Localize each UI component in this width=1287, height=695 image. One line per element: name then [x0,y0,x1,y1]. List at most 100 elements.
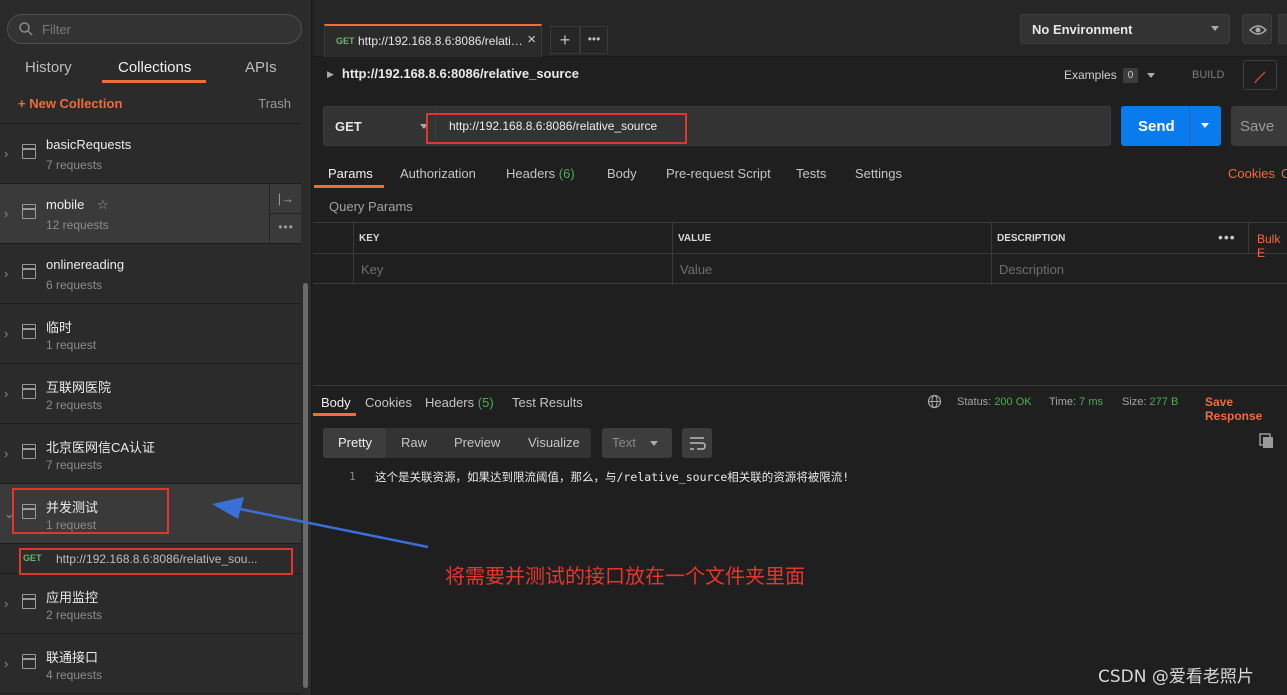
size-label: Size: [1122,396,1147,408]
code-link[interactable]: C [1281,166,1287,181]
eye-button[interactable] [1242,14,1272,44]
tab-response-cookies[interactable]: Cookies [365,395,412,410]
collection-name: mobile [46,197,85,212]
tab-response-body[interactable]: Body [321,395,351,410]
collection-name: 应用监控 [46,590,99,605]
response-body: 1 这个是关联资源，如果达到限流阈值，那么，与/relative_source相… [313,467,1287,487]
collection-item[interactable]: › 互联网医院 2 requests [0,364,301,424]
folder-icon [21,654,36,669]
sidebar: History Collections APIs + New Collectio… [0,0,312,695]
save-response-button[interactable]: Save Response [1205,395,1287,423]
tab-tests[interactable]: Tests [796,166,826,181]
collection-count: 2 requests [46,608,103,622]
wrap-lines-button[interactable] [682,428,712,458]
description-input[interactable]: Description [999,262,1064,277]
chevron-down-icon[interactable] [420,124,428,129]
request-title-text: http://192.168.8.6:8086/relative_source [341,66,579,81]
save-button[interactable]: Save [1231,106,1287,146]
chevron-right-icon[interactable]: › [4,656,14,671]
collection-item[interactable]: › mobile ☆ 12 requests |→ ••• [0,184,302,244]
filter-box[interactable] [7,14,302,44]
url-input[interactable]: http://192.168.8.6:8086/relative_source [449,119,657,133]
collection-item[interactable]: › 临时 1 request [0,304,301,364]
collection-item[interactable]: › onlinereading 6 requests [0,244,301,304]
folder-icon [21,594,36,609]
method-select[interactable]: GET [335,119,362,134]
headers-count: (6) [558,166,575,181]
folder-icon [21,264,36,279]
tab-settings[interactable]: Settings [855,166,902,181]
top-bar: GET http://192.168.8.6:8086/relativ... ×… [313,0,1287,57]
examples-dropdown[interactable]: Examples [1064,68,1117,82]
tab-test-results[interactable]: Test Results [512,395,583,410]
tab-history[interactable]: History [25,59,72,76]
copy-icon[interactable] [1258,432,1276,450]
close-icon[interactable]: × [527,31,536,48]
format-preview[interactable]: Preview [454,435,500,450]
language-select[interactable]: Text [602,428,672,458]
filter-input[interactable] [42,19,282,39]
chevron-right-icon[interactable]: › [4,446,14,461]
key-input[interactable]: Key [361,262,383,277]
sidebar-scrollbar-thumb[interactable] [303,283,308,688]
trash-link[interactable]: Trash [258,96,291,111]
folder-icon [21,204,36,219]
tab-body[interactable]: Body [607,166,637,181]
request-tab[interactable]: GET http://192.168.8.6:8086/relativ... × [324,24,542,57]
caret-right-icon[interactable]: ▶ [327,69,334,80]
collection-tools: |→ ••• [269,184,302,244]
collection-count: 4 requests [46,668,103,682]
chevron-down-icon[interactable]: ⌄ [4,506,15,521]
collection-item[interactable]: › basicRequests 7 requests [0,124,301,184]
more-options-icon[interactable]: ••• [270,214,302,244]
collection-item[interactable]: › 联通接口 4 requests [0,634,301,694]
chevron-down-icon[interactable] [1201,123,1209,128]
star-icon[interactable]: ☆ [97,197,109,213]
chevron-right-icon[interactable]: › [4,386,14,401]
collection-name: 临时 [46,320,73,335]
tab-headers[interactable]: Headers (6) [506,166,575,181]
tab-prerequest-script[interactable]: Pre-request Script [666,166,771,181]
collection-item[interactable]: › 应用监控 2 requests [0,574,301,634]
active-tab-indicator [313,413,356,416]
tab-response-headers[interactable]: Headers (5) [425,395,494,410]
globe-icon[interactable] [927,394,942,409]
collection-name: onlinereading [46,257,125,272]
cookies-link[interactable]: Cookies [1228,166,1275,181]
environment-select[interactable]: No Environment [1020,14,1230,44]
tab-params[interactable]: Params [328,166,373,181]
format-pretty[interactable]: Pretty [338,435,372,450]
status-value: 200 OK [994,396,1032,408]
tab-collections[interactable]: Collections [118,59,191,76]
settings-button[interactable] [1278,14,1287,44]
bulk-edit-link[interactable]: Bulk E [1257,232,1287,260]
request-method: GET [23,553,42,563]
tab-apis[interactable]: APIs [245,59,277,76]
edit-button[interactable] [1243,60,1277,90]
chevron-right-icon[interactable]: › [4,146,14,161]
send-button[interactable]: Send [1121,106,1221,146]
response-body-text: 这个是关联资源，如果达到限流阈值，那么，与/relative_source相关联… [375,470,850,484]
tab-url: http://192.168.8.6:8086/relativ... [358,34,523,48]
format-visualize[interactable]: Visualize [528,435,580,450]
tab-more-icon[interactable]: ••• [580,26,608,54]
chevron-right-icon[interactable]: › [4,326,14,341]
expand-panel-icon[interactable]: |→ [270,184,302,214]
new-collection-button[interactable]: + New Collection [18,96,122,111]
format-selector: Pretty Raw Preview Visualize [323,428,591,458]
tab-response-headers-label: Headers [425,395,475,410]
active-tab-indicator [314,185,384,188]
format-raw[interactable]: Raw [401,435,427,450]
response-headers-count: (5) [477,395,494,410]
more-options-icon[interactable]: ••• [1218,229,1236,245]
value-input[interactable]: Value [680,262,712,277]
chevron-right-icon[interactable]: › [4,266,14,281]
request-title[interactable]: ▶ http://192.168.8.6:8086/relative_source [327,66,579,81]
chevron-down-icon[interactable] [1147,73,1155,78]
new-tab-button[interactable]: + [550,26,580,54]
chevron-right-icon[interactable]: › [4,206,14,221]
chevron-right-icon[interactable]: › [4,596,14,611]
tab-authorization[interactable]: Authorization [400,166,476,181]
collection-item[interactable]: › 北京医网信CA认证 7 requests [0,424,301,484]
tab-headers-label: Headers [506,166,556,181]
